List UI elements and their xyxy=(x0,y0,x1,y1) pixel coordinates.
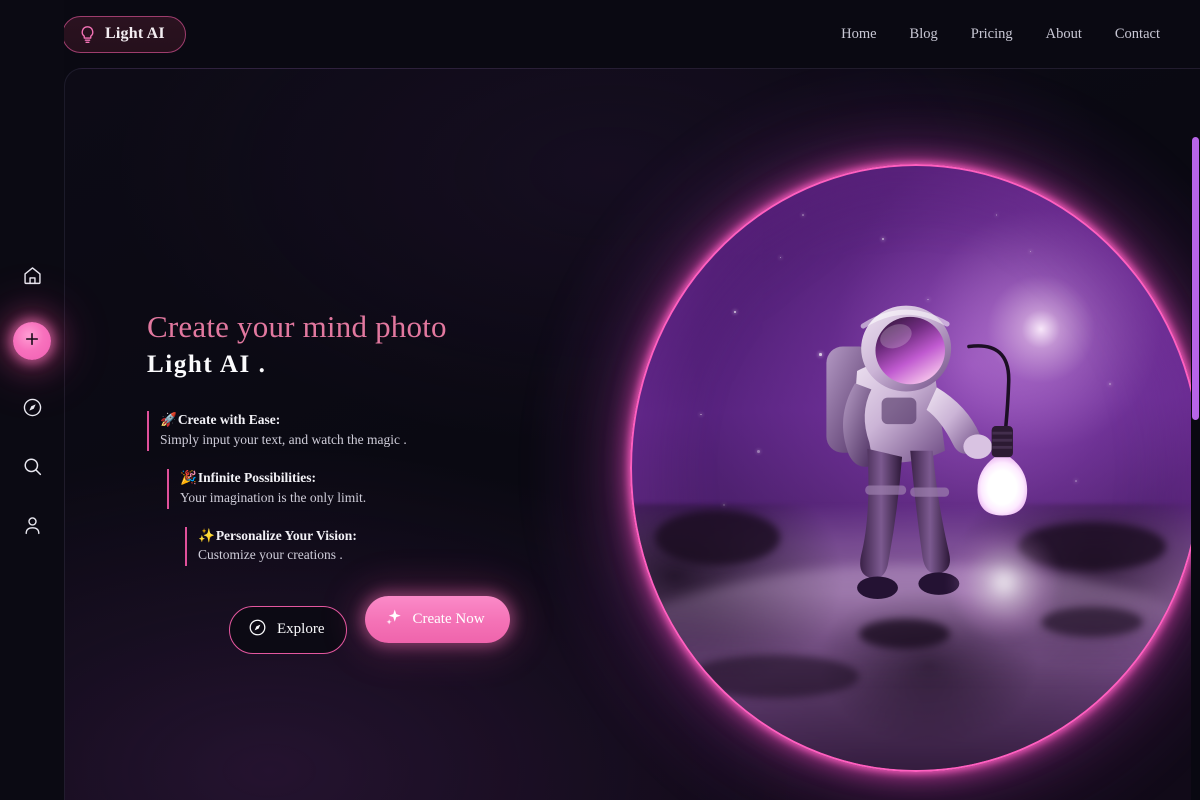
brand-name: Light AI xyxy=(105,25,165,42)
plus-icon xyxy=(23,330,41,353)
moon-rock xyxy=(654,510,780,565)
hero-copy: Create your mind photo Light AI . 🚀Creat… xyxy=(147,309,577,663)
sparkles-icon xyxy=(385,608,403,631)
list-item: 🎉Infinite Possibilities: Your imaginatio… xyxy=(167,468,577,509)
rocket-icon: 🚀 xyxy=(160,411,177,427)
feature-title: ✨Personalize Your Vision: xyxy=(198,527,577,546)
feature-title: 🚀Create with Ease: xyxy=(160,411,577,430)
party-popper-icon: 🎉 xyxy=(180,469,197,485)
hero-artwork xyxy=(540,74,1200,800)
feature-description: Your imagination is the only limit. xyxy=(180,489,367,505)
hero-section: Create your mind photo Light AI . 🚀Creat… xyxy=(64,68,1200,800)
page-subtitle: Light AI . xyxy=(147,350,267,378)
explore-button-label: Explore xyxy=(277,621,325,638)
sidebar-item-create[interactable] xyxy=(13,322,51,360)
orb-circle xyxy=(630,164,1200,772)
explore-button[interactable]: Explore xyxy=(229,605,348,654)
feature-description: Simply input your text, and watch the ma… xyxy=(160,431,407,447)
compass-icon xyxy=(22,397,43,418)
page-title: Create your mind photo xyxy=(147,309,447,344)
nav-item-pricing[interactable]: Pricing xyxy=(971,26,1013,43)
create-now-button[interactable]: Create Now xyxy=(365,596,510,644)
page-root: Create your mind photo Light AI . 🚀Creat… xyxy=(0,0,1200,800)
nav-item-blog[interactable]: Blog xyxy=(910,26,938,43)
sidebar-item-account[interactable] xyxy=(16,509,48,541)
feature-title-text: Infinite Possibilities: xyxy=(197,469,316,485)
feature-title-text: Create with Ease: xyxy=(177,411,281,427)
nav-item-contact[interactable]: Contact xyxy=(1115,26,1160,43)
moon-rock xyxy=(1040,606,1144,638)
user-icon xyxy=(22,515,43,536)
lightbulb-icon xyxy=(79,25,96,44)
nav-item-home[interactable]: Home xyxy=(841,26,876,43)
sidebar-item-search[interactable] xyxy=(16,450,48,482)
nav-links: Home Blog Pricing About Contact xyxy=(841,26,1160,43)
create-now-button-label: Create Now xyxy=(412,611,485,628)
cta-row: Explore Create Now xyxy=(229,596,577,663)
feature-description: Customize your creations . xyxy=(198,547,343,563)
feature-list: 🚀Create with Ease: Simply input your tex… xyxy=(147,410,577,567)
list-item: 🚀Create with Ease: Simply input your tex… xyxy=(147,410,577,451)
feature-title-text: Personalize Your Vision: xyxy=(215,527,357,543)
sparkles-icon: ✨ xyxy=(198,527,215,543)
left-sidebar xyxy=(0,0,64,800)
scrollbar-thumb[interactable] xyxy=(1192,137,1199,420)
nav-item-about[interactable]: About xyxy=(1046,26,1082,43)
sidebar-item-home[interactable] xyxy=(16,259,48,291)
brand-logo[interactable]: Light AI xyxy=(62,15,186,53)
feature-title: 🎉Infinite Possibilities: xyxy=(180,469,577,488)
search-icon xyxy=(22,456,43,477)
compass-icon xyxy=(248,618,267,642)
top-navigation-bar: Light AI Home Blog Pricing About Contact xyxy=(0,0,1200,68)
home-icon xyxy=(22,265,43,286)
lightbulb-lamp xyxy=(959,343,1044,638)
sidebar-item-explore[interactable] xyxy=(16,391,48,423)
list-item: ✨Personalize Your Vision: Customize your… xyxy=(185,526,577,567)
page-scrollbar[interactable] xyxy=(1191,137,1200,800)
